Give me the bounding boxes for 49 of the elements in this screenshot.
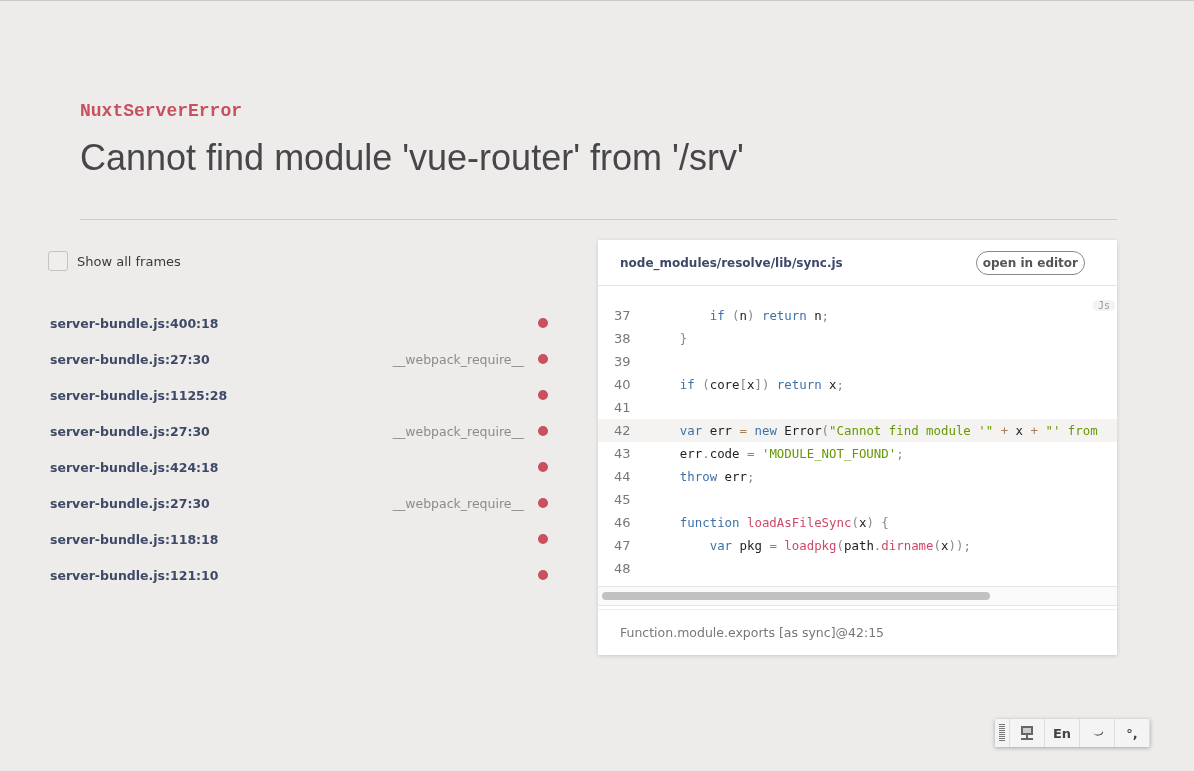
status-dot-icon (538, 354, 548, 364)
punctuation-toggle[interactable]: °, (1115, 719, 1150, 747)
code-text: var err = new Error("Cannot find module '" + x + "' from (678, 423, 1098, 438)
checkbox[interactable] (48, 251, 68, 271)
code-text: function loadAsFileSync(x) { (678, 515, 889, 530)
scrollbar-thumb[interactable] (602, 592, 990, 600)
line-number: 39 (613, 354, 632, 369)
error-message: Cannot find module 'vue-router' from '/srv' (80, 137, 744, 179)
file-path: node_modules/resolve/lib/sync.js (620, 255, 843, 270)
code-text: if (core[x]) return x; (678, 377, 844, 392)
stack-frame[interactable]: server-bundle.js:27:30 __webpack_require__ (48, 413, 550, 449)
line-number: 44 (613, 469, 632, 484)
line-number: 37 (613, 308, 632, 323)
stack-frame[interactable]: server-bundle.js:118:18 (48, 521, 550, 557)
stack-frame[interactable]: server-bundle.js:1125:28 (48, 377, 550, 413)
code-text: err.code = 'MODULE_NOT_FOUND'; (678, 446, 904, 461)
status-dot-icon (538, 318, 548, 328)
status-dot-icon (538, 534, 548, 544)
line-number: 43 (613, 446, 632, 461)
code-text: var pkg = loadpkg(path.dirname(x)); (708, 538, 971, 553)
frame-function: Function.module.exports [as sync]@42:15 (598, 609, 1117, 655)
keyboard-icon[interactable] (1019, 725, 1035, 741)
status-dot-icon (538, 462, 548, 472)
line-number: 42 (613, 423, 632, 438)
open-in-editor-button[interactable]: open in editor (975, 250, 1085, 275)
line-number: 40 (613, 377, 632, 392)
grip-icon[interactable] (999, 724, 1005, 742)
status-dot-icon (538, 570, 548, 580)
language-toggle[interactable]: En (1045, 719, 1080, 747)
line-number: 47 (613, 538, 632, 553)
stack-frame[interactable]: server-bundle.js:121:10 (48, 557, 550, 593)
status-dot-icon (538, 498, 548, 508)
code-text: } (678, 331, 688, 346)
language-badge: Js (1092, 300, 1115, 311)
line-number: 38 (613, 331, 632, 346)
line-number: 46 (613, 515, 632, 530)
status-dot-icon (538, 390, 548, 400)
line-number: 41 (613, 400, 632, 415)
checkbox-label: Show all frames (77, 253, 181, 269)
stack-frame[interactable]: server-bundle.js:400:18 (48, 305, 550, 341)
code-text: if (n) return n; (708, 308, 830, 323)
error-name: NuxtServerError (80, 101, 243, 121)
line-number: 48 (613, 561, 632, 576)
line-number: 45 (613, 492, 632, 507)
status-dot-icon (538, 426, 548, 436)
stack-frame[interactable]: server-bundle.js:424:18 (48, 449, 550, 485)
stack-frame[interactable]: server-bundle.js:27:30 __webpack_require__ (48, 341, 550, 377)
code-text: throw err; (678, 469, 755, 484)
stack-frame[interactable]: server-bundle.js:27:30 __webpack_require__ (48, 485, 550, 521)
